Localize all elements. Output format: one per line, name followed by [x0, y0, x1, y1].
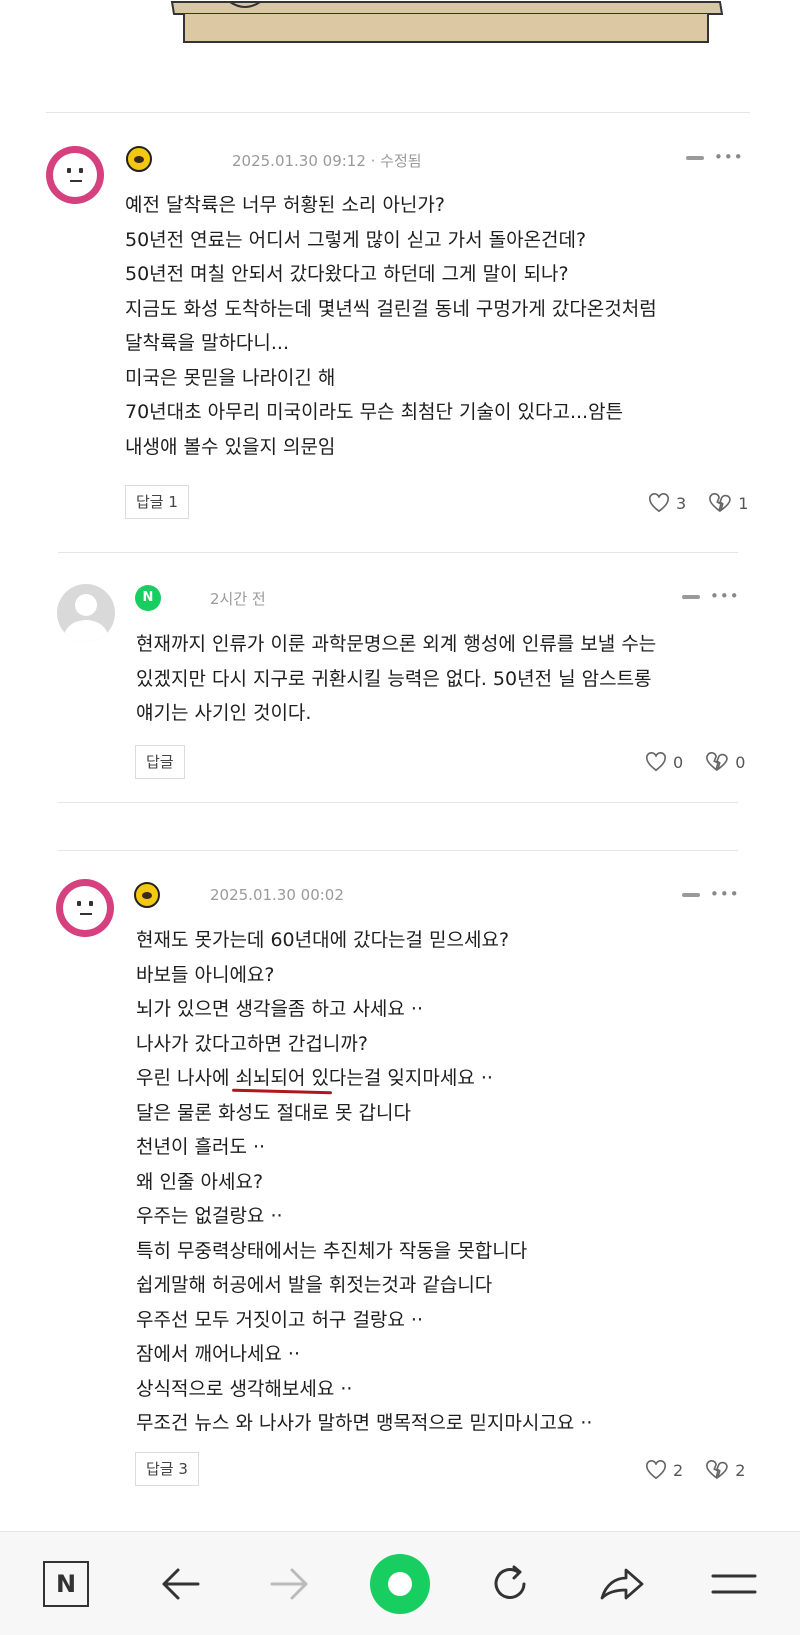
comment-line: 현재도 못가는데 60년대에 갔다는걸 믿으세요? — [136, 929, 510, 951]
comment-body: 예전 달착륙은 너무 허황된 소리 아닌가? 50년전 연료는 어디서 그렇게 … — [125, 188, 657, 464]
comment-line: 상식적으로 생각해보세요 ·· — [136, 1377, 353, 1400]
vote-group: 3 1 — [648, 493, 748, 513]
comment-line: 얘기는 사기인 것이다. — [136, 702, 312, 724]
like-count: 2 — [673, 1460, 684, 1480]
comment-line: 우주는 없걸랑요 ·· — [136, 1205, 283, 1227]
reply-button[interactable]: 답글 1 — [125, 485, 189, 519]
kakao-badge-icon — [126, 146, 152, 172]
heart-icon[interactable] — [645, 1460, 667, 1480]
menu-button[interactable] — [704, 1554, 764, 1614]
naver-badge-icon: N — [135, 585, 161, 611]
vote-group: 2 2 — [645, 1460, 745, 1480]
divider — [58, 552, 738, 553]
comment-line: 천년이 흘러도 ·· — [136, 1136, 266, 1158]
comment-line: 왜 인줄 아세요? — [136, 1170, 264, 1193]
comment-line: 내생애 볼수 있을지 의문임 — [125, 435, 336, 458]
comment-timestamp: 2025.01.30 00:02 — [210, 886, 344, 904]
comment-line: 현재까지 인류가 이룬 과학문명으론 외계 행성에 인류를 보낼 수는 — [136, 633, 657, 655]
back-arrow-icon — [162, 1568, 200, 1600]
comment-line: 우주선 모두 거짓이고 허구 걸랑요 ·· — [136, 1308, 423, 1331]
heart-icon[interactable] — [648, 493, 670, 513]
comment-line: 잠에서 깨어나세요 ·· — [136, 1343, 300, 1365]
broken-heart-icon[interactable] — [705, 752, 729, 772]
comment-line: 무조건 뉴스 와 나사가 말하면 맹목적으로 믿지마시고요 ·· — [136, 1412, 593, 1434]
comment-line: 달은 물론 화성도 절대로 못 갑니다 — [136, 1101, 411, 1124]
share-icon — [600, 1568, 644, 1600]
avatar[interactable] — [56, 879, 114, 937]
comment-line: 50년전 연료는 어디서 그렇게 많이 싣고 가서 돌아온건데? — [125, 228, 587, 251]
comment-body: 현재까지 인류가 이룬 과학문명으론 외계 행성에 인류를 보낼 수는 있겠지만… — [136, 627, 656, 731]
comment-timestamp: 2025.01.30 09:12 · 수정됨 — [232, 152, 422, 170]
broken-heart-icon[interactable] — [708, 493, 732, 513]
more-icon[interactable]: ••• — [686, 148, 744, 166]
comment-line: 나사가 갔다고하면 간겁니까? — [136, 1032, 368, 1055]
back-button[interactable] — [150, 1554, 210, 1614]
comment-line: 쉽게말해 허공에서 발을 휘젓는것과 같습니다 — [136, 1274, 493, 1296]
comment-line: 지금도 화성 도착하는데 몇년씩 걸린걸 동네 구멍가게 갔다온것처럼 — [125, 297, 657, 320]
dislike-count: 1 — [738, 493, 749, 513]
comment-line: 예전 달착륙은 너무 허황된 소리 아닌가? — [125, 194, 445, 216]
comment-line: 뇌가 있으면 생각을좀 하고 사세요 ·· — [136, 998, 423, 1020]
forward-arrow-icon — [270, 1568, 308, 1600]
naver-home-button[interactable]: N — [36, 1554, 96, 1614]
heart-icon[interactable] — [645, 752, 667, 772]
divider — [58, 802, 738, 803]
comment-body: 현재도 못가는데 60년대에 갔다는걸 믿으세요? 바보들 아니에요? 뇌가 있… — [136, 923, 592, 1441]
vote-group: 0 0 — [645, 752, 745, 772]
green-circle-button[interactable] — [370, 1554, 430, 1614]
comment-line: 70년대초 아무리 미국이라도 무슨 최첨단 기술이 있다고...암튼 — [125, 401, 624, 423]
comment-line: 달착륙을 말하다니... — [125, 332, 289, 354]
more-icon[interactable]: ••• — [682, 885, 740, 903]
dislike-count: 0 — [735, 752, 746, 772]
comment-line: 50년전 며칠 안되서 갔다왔다고 하던데 그게 말이 되나? — [125, 263, 569, 285]
comment-line: 있겠지만 다시 지구로 귀환시킬 능력은 없다. 50년전 닐 암스트롱 — [136, 667, 652, 690]
reply-button[interactable]: 답글 — [135, 745, 185, 779]
avatar-face-icon — [53, 153, 97, 197]
bottom-toolbar: N — [0, 1531, 800, 1635]
top-illustration-fragment — [170, 0, 724, 43]
naver-home-icon: N — [43, 1561, 89, 1607]
more-icon[interactable]: ••• — [682, 587, 740, 605]
reply-button[interactable]: 답글 3 — [135, 1452, 199, 1486]
dislike-count: 2 — [735, 1460, 746, 1480]
refresh-icon — [494, 1565, 526, 1599]
divider — [46, 112, 750, 113]
comment-timestamp: 2시간 전 — [210, 590, 266, 608]
refresh-button[interactable] — [480, 1554, 540, 1614]
forward-button[interactable] — [260, 1554, 320, 1614]
broken-heart-icon[interactable] — [705, 1460, 729, 1480]
comment-line: 미국은 못믿을 나라이긴 해 — [125, 366, 336, 389]
comment-line: 특히 무중력상태에서는 추진체가 작동을 못합니다 — [136, 1239, 528, 1262]
like-count: 0 — [673, 752, 684, 772]
avatar-face-icon — [63, 886, 107, 930]
menu-icon — [711, 1574, 757, 1594]
avatar[interactable] — [46, 146, 104, 204]
kakao-badge-icon — [134, 882, 160, 908]
divider — [58, 850, 738, 851]
comment-line: 우린 나사에 쇠뇌되어 있다는걸 잊지마세요 ·· — [136, 1067, 493, 1089]
avatar[interactable] — [57, 584, 115, 642]
share-button[interactable] — [592, 1554, 652, 1614]
comment-line: 바보들 아니에요? — [136, 963, 275, 986]
like-count: 3 — [676, 493, 687, 513]
